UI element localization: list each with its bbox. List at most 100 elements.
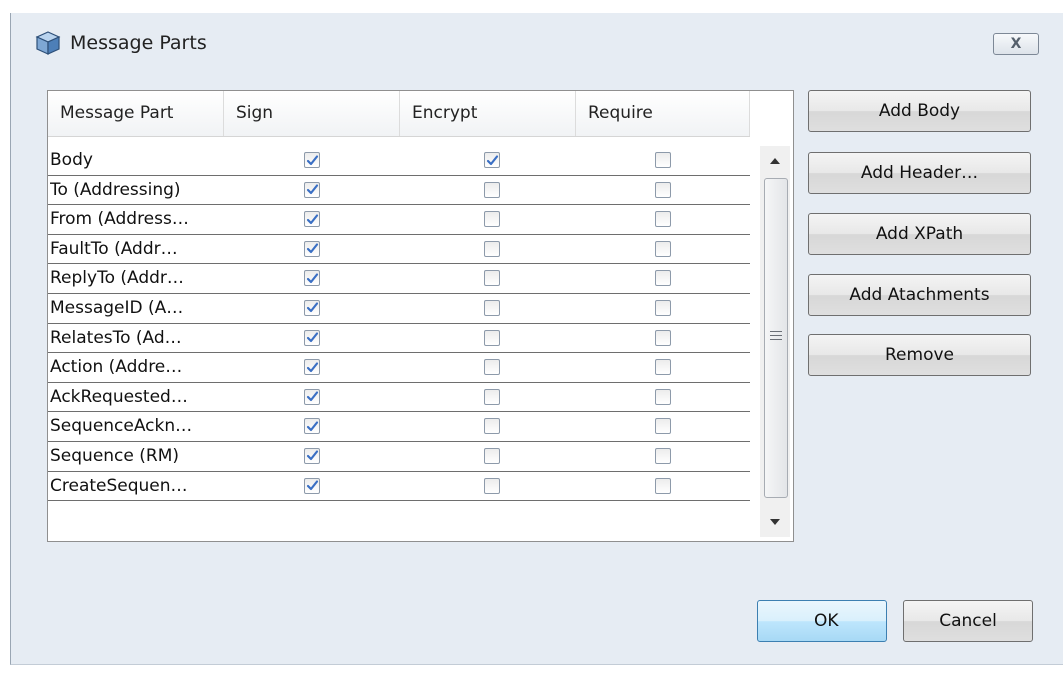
remove-button[interactable]: Remove [808, 334, 1031, 376]
cancel-button[interactable]: Cancel [903, 600, 1033, 642]
sign-checkbox[interactable] [304, 477, 320, 494]
table-row[interactable]: RelatesTo (Ad… [48, 324, 750, 354]
table-row[interactable]: SequenceAckn… [48, 412, 750, 442]
table-row[interactable]: Body [48, 146, 750, 176]
check-icon [306, 332, 318, 343]
message-part-label: Action (Addre… [50, 357, 183, 378]
add-attachments-button[interactable]: Add Atachments [808, 274, 1031, 316]
message-part-label: RelatesTo (Ad… [50, 327, 182, 348]
message-part-label: CreateSequen… [50, 475, 188, 496]
message-part-label: To (Addressing) [50, 179, 181, 200]
message-part-label: Sequence (RM) [50, 445, 180, 466]
message-part-label: From (Address… [50, 209, 189, 230]
sign-checkbox[interactable] [304, 388, 320, 405]
sign-checkbox[interactable] [304, 211, 320, 228]
encrypt-checkbox[interactable] [484, 359, 500, 376]
vertical-scrollbar[interactable] [760, 146, 790, 537]
require-checkbox[interactable] [655, 270, 671, 287]
require-checkbox[interactable] [655, 211, 671, 228]
message-part-label: AckRequested… [50, 386, 188, 407]
message-part-label: FaultTo (Addr… [50, 238, 178, 259]
cube-icon [35, 30, 61, 56]
title-bar[interactable]: Message Parts X [11, 13, 1063, 73]
sign-checkbox[interactable] [304, 418, 320, 435]
encrypt-checkbox[interactable] [484, 329, 500, 346]
close-button[interactable]: X [993, 33, 1039, 55]
column-header-sign[interactable]: Sign [224, 91, 400, 136]
message-part-label: ReplyTo (Addr… [50, 268, 184, 289]
sign-checkbox[interactable] [304, 181, 320, 198]
sign-checkbox[interactable] [304, 329, 320, 346]
encrypt-checkbox[interactable] [484, 181, 500, 198]
check-icon [306, 302, 318, 313]
require-checkbox[interactable] [655, 418, 671, 435]
close-icon: X [1010, 36, 1022, 52]
table-row[interactable]: Action (Addre… [48, 353, 750, 383]
sign-checkbox[interactable] [304, 240, 320, 257]
table-row[interactable]: ReplyTo (Addr… [48, 264, 750, 294]
column-header-encrypt[interactable]: Encrypt [400, 91, 576, 136]
require-checkbox[interactable] [655, 181, 671, 198]
message-part-label: MessageID (A… [50, 297, 184, 318]
table-row[interactable]: To (Addressing) [48, 176, 750, 206]
table-row[interactable]: CreateSequen… [48, 472, 750, 502]
table-row[interactable]: Sequence (RM) [48, 442, 750, 472]
sign-checkbox[interactable] [304, 152, 320, 168]
table-row[interactable]: MessageID (A… [48, 294, 750, 324]
sign-checkbox[interactable] [304, 447, 320, 464]
require-checkbox[interactable] [655, 240, 671, 257]
check-icon [306, 480, 318, 491]
encrypt-checkbox[interactable] [484, 447, 500, 464]
sign-checkbox[interactable] [304, 299, 320, 316]
table-row[interactable]: AckRequested… [48, 383, 750, 413]
encrypt-checkbox[interactable] [484, 418, 500, 435]
sign-checkbox[interactable] [304, 270, 320, 287]
table-row[interactable]: FaultTo (Addr… [48, 235, 750, 265]
encrypt-checkbox[interactable] [484, 299, 500, 316]
encrypt-checkbox[interactable] [484, 477, 500, 494]
require-checkbox[interactable] [655, 299, 671, 316]
scroll-up-arrow[interactable] [760, 146, 790, 176]
table-body: Body To (Addressing) From (Address… FaultTo… [48, 146, 750, 502]
check-icon [306, 184, 318, 195]
column-header-message-part[interactable]: Message Part [48, 91, 224, 136]
require-checkbox[interactable] [655, 152, 671, 168]
desktop-edge [0, 0, 10, 677]
table-header: Message Part Sign Encrypt Require [48, 91, 750, 137]
encrypt-checkbox[interactable] [484, 211, 500, 228]
check-icon [306, 450, 318, 461]
message-part-label: SequenceAckn… [50, 416, 193, 437]
scrollbar-thumb[interactable] [764, 178, 788, 498]
header-corner [750, 91, 793, 136]
check-icon [306, 362, 318, 372]
add-header-button[interactable]: Add Header… [808, 152, 1031, 194]
table-row[interactable]: From (Address… [48, 205, 750, 235]
message-part-label: Body [50, 150, 93, 170]
scroll-down-arrow[interactable] [760, 507, 790, 537]
arrow-up-icon [770, 158, 780, 164]
encrypt-checkbox[interactable] [484, 240, 500, 257]
check-icon [306, 154, 318, 165]
add-xpath-button[interactable]: Add XPath [808, 213, 1031, 255]
require-checkbox[interactable] [655, 447, 671, 464]
add-body-button[interactable]: Add Body [808, 90, 1031, 132]
require-checkbox[interactable] [655, 329, 671, 346]
check-icon [306, 391, 318, 402]
message-parts-table: Message Part Sign Encrypt Require Body To… [47, 90, 794, 542]
sign-checkbox[interactable] [304, 359, 320, 376]
arrow-down-icon [770, 519, 780, 525]
require-checkbox[interactable] [655, 359, 671, 376]
encrypt-checkbox[interactable] [484, 388, 500, 405]
require-checkbox[interactable] [655, 477, 671, 494]
encrypt-checkbox[interactable] [484, 270, 500, 287]
require-checkbox[interactable] [655, 388, 671, 405]
check-icon [306, 214, 318, 224]
column-header-require[interactable]: Require [576, 91, 750, 136]
check-icon [306, 421, 318, 431]
check-icon [306, 243, 318, 254]
encrypt-checkbox[interactable] [484, 152, 500, 168]
check-icon [486, 154, 498, 165]
grip-icon [770, 331, 782, 343]
window-title: Message Parts [70, 32, 207, 54]
ok-button[interactable]: OK [757, 600, 887, 642]
